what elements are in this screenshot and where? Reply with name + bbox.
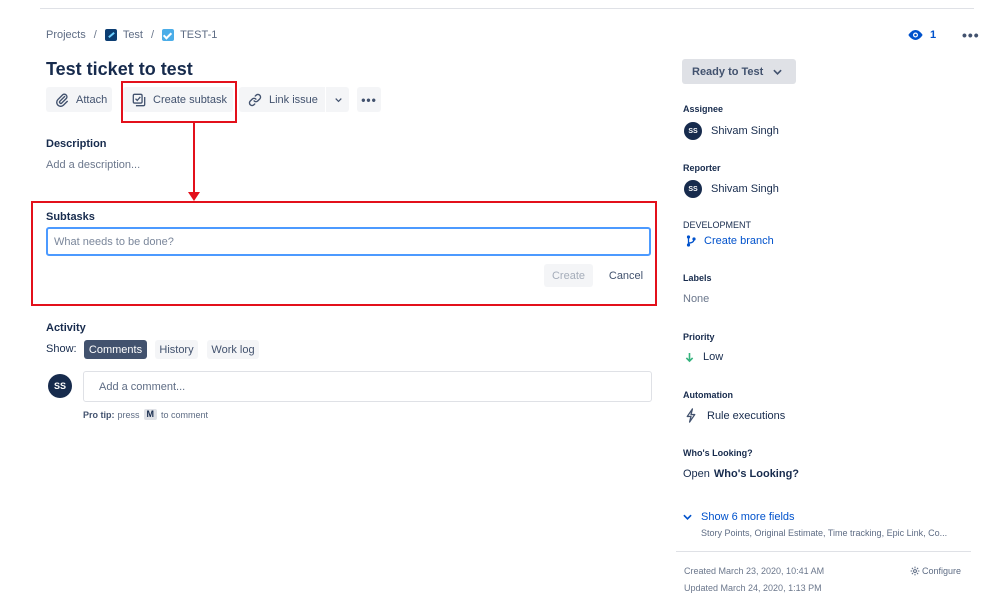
- chevron-down-icon: [773, 69, 782, 75]
- more-actions-icon[interactable]: •••: [962, 27, 980, 43]
- breadcrumb-issue-key[interactable]: TEST-1: [180, 29, 217, 41]
- reporter-name: Shivam Singh: [711, 183, 779, 195]
- tab-work-log[interactable]: Work log: [207, 340, 259, 359]
- description-field[interactable]: Add a description...: [46, 159, 140, 171]
- annotation-arrow-head: [188, 192, 200, 201]
- paperclip-icon: [56, 93, 68, 107]
- shortcut-key: M: [143, 409, 158, 420]
- breadcrumb-separator: /: [93, 29, 97, 41]
- assignee-label: Assignee: [683, 104, 724, 114]
- whos-looking-link[interactable]: Who's Looking?: [714, 468, 799, 480]
- show-more-fields-button[interactable]: Show 6 more fields: [683, 511, 795, 523]
- pro-tip-rest: to comment: [161, 409, 209, 420]
- pro-tip-press: press: [117, 409, 140, 420]
- breadcrumb: Projects / Test / TEST-1: [46, 29, 217, 41]
- priority-value: Low: [703, 351, 724, 363]
- status-dropdown[interactable]: Ready to Test: [682, 59, 796, 84]
- breadcrumb-separator: /: [151, 29, 155, 41]
- breadcrumb-project[interactable]: Test: [123, 29, 143, 41]
- tab-comments[interactable]: Comments: [84, 340, 147, 359]
- avatar: SS: [48, 374, 72, 398]
- branch-icon: [686, 235, 696, 247]
- eye-icon: [908, 30, 923, 40]
- link-issue-button[interactable]: Link issue: [239, 87, 325, 112]
- link-issue-label: Link issue: [269, 93, 318, 106]
- attach-label: Attach: [76, 93, 108, 106]
- watch-count: 1: [930, 29, 937, 41]
- create-branch-label: Create branch: [704, 235, 774, 247]
- subtasks-label: Subtasks: [46, 211, 95, 223]
- rule-executions-label: Rule executions: [707, 409, 786, 422]
- watch-button[interactable]: 1: [907, 29, 936, 41]
- avatar: SS: [684, 180, 702, 198]
- gear-icon: [910, 566, 920, 576]
- created-date: Created March 23, 2020, 10:41 AM: [684, 566, 825, 576]
- issue-title[interactable]: Test ticket to test: [46, 59, 193, 80]
- comment-input[interactable]: Add a comment...: [83, 371, 652, 402]
- ellipsis-icon: •••: [361, 92, 377, 107]
- labels-field[interactable]: None: [683, 293, 709, 305]
- lightning-icon: [686, 408, 696, 423]
- link-icon: [248, 93, 262, 106]
- whos-looking-field[interactable]: Open Who's Looking?: [683, 468, 799, 480]
- chevron-down-icon: [335, 97, 342, 102]
- reporter-label: Reporter: [683, 163, 721, 173]
- activity-label: Activity: [46, 322, 86, 334]
- show-more-label: Show 6 more fields: [701, 511, 795, 523]
- annotation-arrow: [193, 123, 195, 194]
- breadcrumb-projects[interactable]: Projects: [46, 29, 86, 41]
- rule-executions-link[interactable]: Rule executions: [685, 408, 785, 423]
- whos-looking-open: Open: [683, 468, 710, 480]
- attach-button[interactable]: Attach: [46, 87, 112, 112]
- configure-label: Configure: [922, 566, 962, 576]
- hidden-fields-list: Story Points, Original Estimate, Time tr…: [701, 528, 948, 538]
- pro-tip-label: Pro tip:: [83, 409, 115, 420]
- create-button[interactable]: Create: [544, 264, 593, 287]
- task-type-icon: [162, 29, 175, 41]
- arrow-down-icon: [685, 352, 694, 362]
- pro-tip: Pro tip: press M to comment: [83, 409, 208, 420]
- create-branch-link[interactable]: Create branch: [686, 235, 774, 247]
- description-label: Description: [46, 138, 107, 150]
- avatar: SS: [684, 122, 702, 140]
- chevron-down-icon: [683, 514, 692, 520]
- sidebar-divider: [676, 551, 971, 552]
- link-issue-dropdown[interactable]: [326, 87, 349, 112]
- reporter-field[interactable]: SS Shivam Singh: [684, 180, 779, 198]
- more-actions-button[interactable]: •••: [357, 87, 381, 112]
- priority-label: Priority: [683, 332, 715, 342]
- tab-history[interactable]: History: [155, 340, 198, 359]
- labels-label: Labels: [683, 273, 712, 283]
- cancel-button[interactable]: Cancel: [603, 264, 649, 287]
- automation-label: Automation: [683, 390, 733, 400]
- project-icon: [104, 29, 117, 41]
- whos-looking-label: Who's Looking?: [683, 448, 753, 458]
- assignee-name: Shivam Singh: [711, 125, 779, 137]
- status-label: Ready to Test: [692, 65, 764, 78]
- top-divider: [40, 8, 974, 9]
- development-label: DEVELOPMENT: [683, 220, 752, 230]
- highlight-create-subtask: [121, 81, 237, 123]
- show-label: Show:: [46, 343, 77, 355]
- subtask-input[interactable]: [46, 227, 651, 256]
- assignee-field[interactable]: SS Shivam Singh: [684, 122, 779, 140]
- configure-button[interactable]: Configure: [910, 566, 961, 576]
- updated-date: Updated March 24, 2020, 1:13 PM: [684, 583, 822, 593]
- priority-field[interactable]: Low: [685, 351, 723, 363]
